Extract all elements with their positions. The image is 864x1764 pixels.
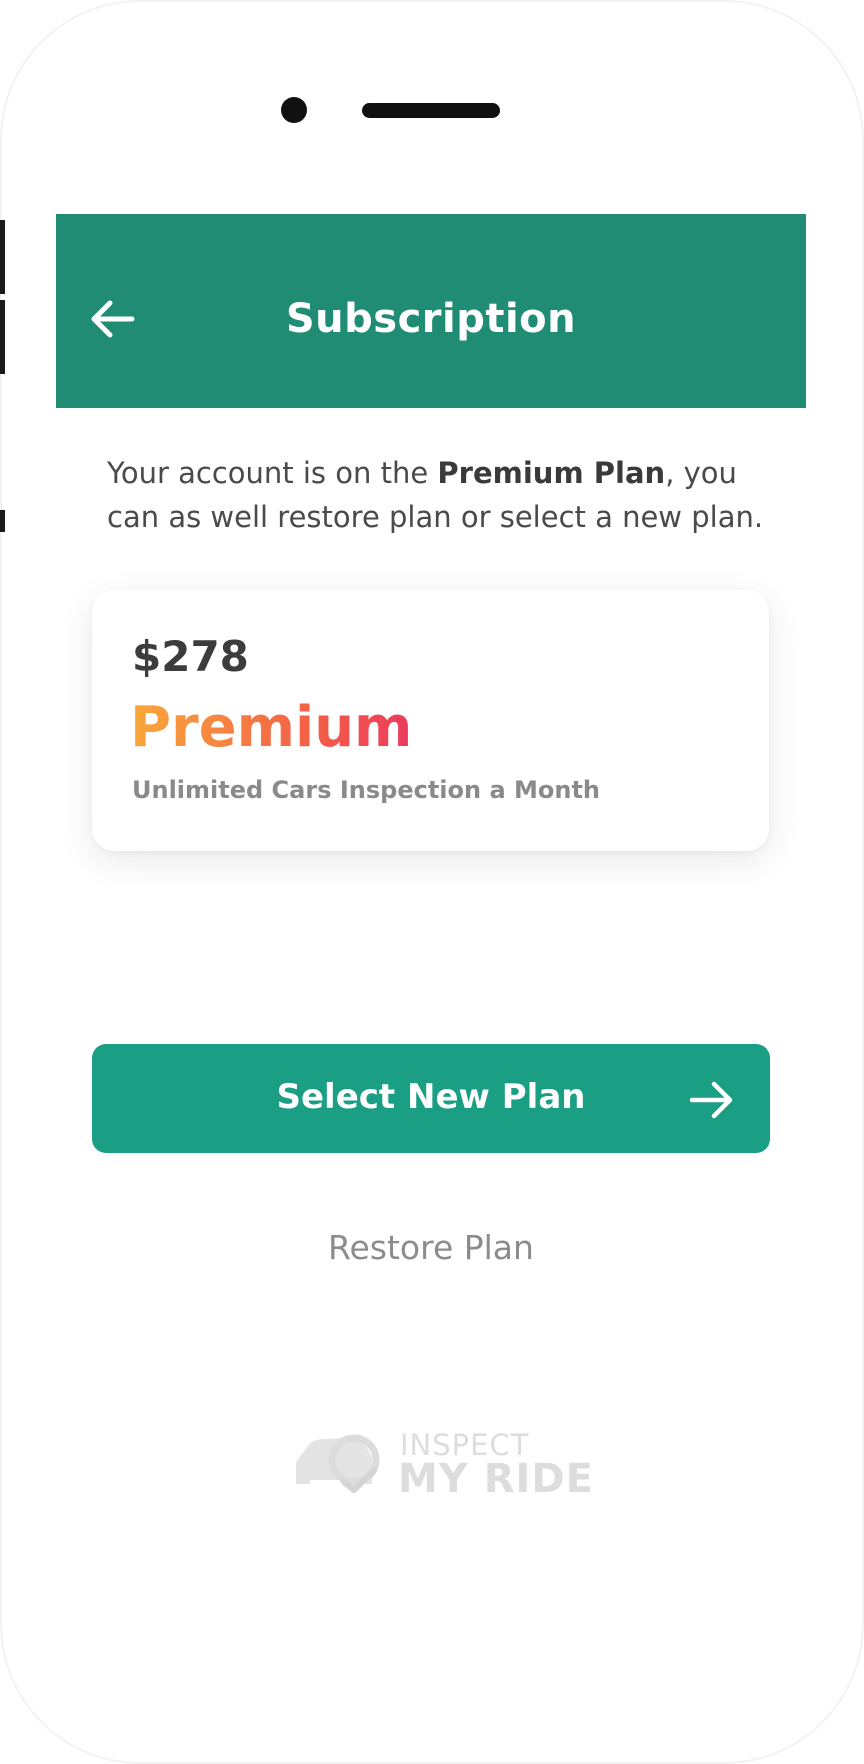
speaker-grille xyxy=(362,103,500,118)
side-button xyxy=(0,300,5,374)
restore-plan-link[interactable]: Restore Plan xyxy=(92,1228,770,1267)
plan-price: $278 xyxy=(132,632,249,681)
info-plan-name: Premium Plan xyxy=(437,456,666,490)
info-prefix: Your account is on the xyxy=(107,456,438,490)
plan-info-text: Your account is on the Premium Plan, you… xyxy=(107,451,787,539)
side-button xyxy=(0,510,5,532)
arrow-right-icon xyxy=(686,1075,736,1125)
plan-description: Unlimited Cars Inspection a Month xyxy=(132,776,601,804)
plan-name: Premium xyxy=(130,695,413,760)
select-new-plan-label: Select New Plan xyxy=(276,1077,586,1117)
page-title: Subscription xyxy=(285,296,577,342)
side-button xyxy=(0,220,5,294)
brand-line-2: MY RIDE xyxy=(398,1456,594,1502)
camera-icon xyxy=(281,97,307,123)
